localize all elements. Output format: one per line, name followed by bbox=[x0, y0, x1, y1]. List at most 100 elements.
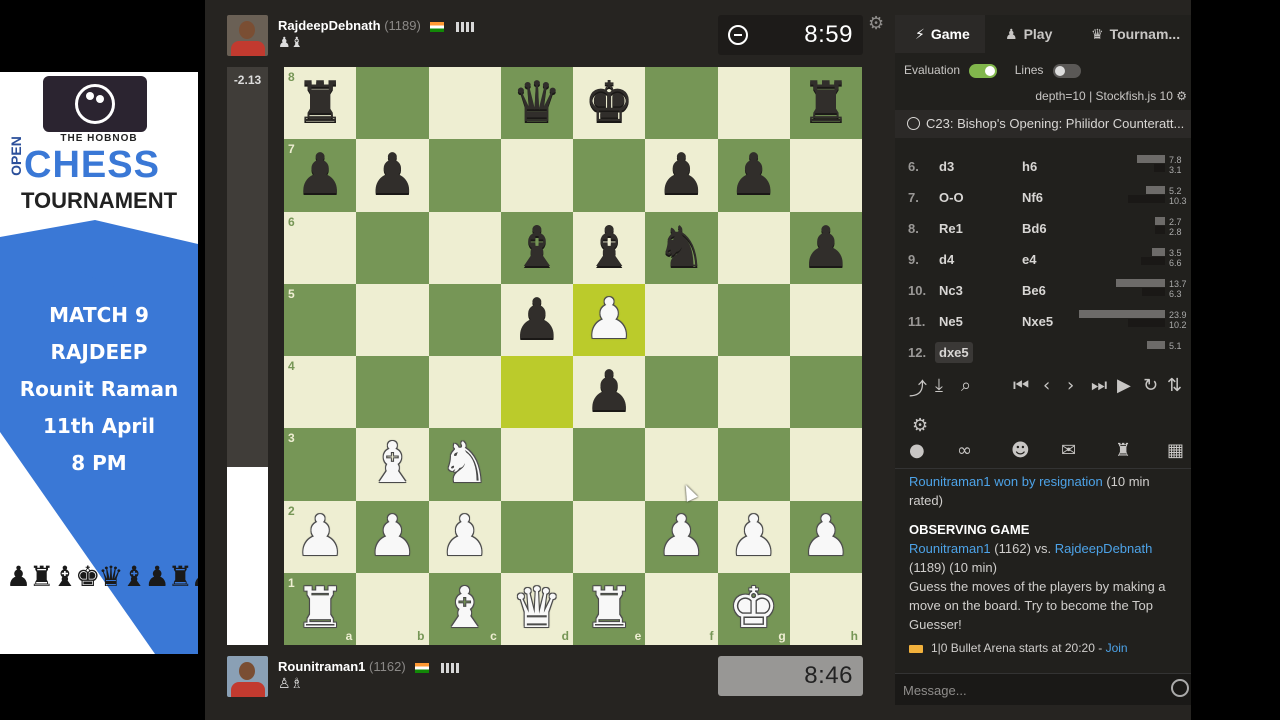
white-move[interactable]: d3 bbox=[939, 159, 954, 174]
square-g4[interactable] bbox=[717, 356, 790, 429]
square-b6[interactable] bbox=[356, 211, 429, 284]
square-c6[interactable] bbox=[428, 211, 501, 284]
tab-game[interactable]: ⚡ Game bbox=[895, 15, 985, 53]
square-g3[interactable] bbox=[717, 428, 790, 501]
white-bishop-icon[interactable]: ♝ bbox=[440, 580, 490, 637]
black-bishop-icon[interactable]: ♝ bbox=[512, 219, 562, 276]
emoji-icon[interactable] bbox=[1171, 679, 1189, 697]
square-h6[interactable]: ♟ bbox=[789, 211, 862, 284]
black-pawn-icon[interactable]: ♟ bbox=[584, 364, 634, 420]
square-e8[interactable]: ♚ bbox=[573, 67, 646, 140]
white-pawn-icon[interactable]: ♟ bbox=[729, 508, 779, 565]
square-a1[interactable]: 1 a ♜ bbox=[284, 572, 357, 645]
black-rook-icon[interactable]: ♜ bbox=[295, 75, 345, 131]
black-move[interactable]: Bd6 bbox=[1022, 221, 1047, 236]
square-b3[interactable]: ♝ bbox=[356, 428, 429, 501]
square-c5[interactable] bbox=[428, 283, 501, 356]
square-e5[interactable]: ♟ bbox=[573, 283, 646, 356]
white-bishop-icon[interactable]: ♝ bbox=[367, 436, 417, 492]
square-h8[interactable]: ♜ bbox=[789, 67, 862, 140]
result-player-link[interactable]: Rounitraman1 bbox=[909, 474, 991, 489]
white-move[interactable]: Nc3 bbox=[939, 283, 963, 298]
square-g5[interactable] bbox=[717, 283, 790, 356]
join-link[interactable]: Join bbox=[1106, 641, 1128, 655]
square-d6[interactable]: ♝ bbox=[500, 211, 573, 284]
white-move[interactable]: O-O bbox=[939, 190, 964, 205]
white-pawn-icon[interactable]: ♟ bbox=[367, 508, 417, 565]
tab-tournaments[interactable]: ♛ Tournam... bbox=[1091, 15, 1180, 53]
gear-icon[interactable]: ⚙ bbox=[1176, 89, 1187, 103]
square-e2[interactable] bbox=[573, 500, 646, 573]
square-e1[interactable]: e ♜ bbox=[573, 572, 646, 645]
chess-board[interactable]: 8 ♜ ♛ ♚ ♜ 7 ♟ ♟ ♟ ♟ 6 ♝ ♝ ♞ ♟ 5 ♟ ♟ 4 ♟ 3 ♝ ♞ 2 ♟ ♟ ♟ ♟ ♟ ♟ 1 a ♜ b c ♝ d ♛ e ♜… bbox=[284, 67, 862, 645]
square-h1[interactable]: h bbox=[789, 572, 862, 645]
square-a7[interactable]: 7 ♟ bbox=[284, 139, 357, 212]
square-f8[interactable] bbox=[645, 67, 718, 140]
last-move-icon[interactable]: ⏭ bbox=[1091, 375, 1107, 396]
black-pawn-icon[interactable]: ♟ bbox=[295, 147, 345, 203]
black-queen-icon[interactable]: ♛ bbox=[512, 75, 562, 131]
square-e7[interactable] bbox=[573, 139, 646, 212]
black-move[interactable]: h6 bbox=[1022, 159, 1037, 174]
tournament-icon[interactable]: ♜ bbox=[1115, 440, 1131, 461]
black-pawn-icon[interactable]: ♟ bbox=[512, 291, 562, 348]
avatar[interactable] bbox=[227, 15, 268, 56]
share-icon[interactable]: ⤴ bbox=[909, 375, 927, 401]
first-move-icon[interactable]: ⏮ bbox=[1013, 375, 1029, 396]
white-pawn-icon[interactable]: ♟ bbox=[801, 508, 851, 565]
square-e3[interactable] bbox=[573, 428, 646, 501]
black-move[interactable]: e4 bbox=[1022, 252, 1036, 267]
square-f4[interactable] bbox=[645, 356, 718, 429]
black-move[interactable]: Nxe5 bbox=[1022, 314, 1053, 329]
square-a8[interactable]: 8 ♜ bbox=[284, 67, 357, 140]
square-d3[interactable] bbox=[500, 428, 573, 501]
white-king-icon[interactable]: ♚ bbox=[729, 580, 779, 637]
white-move[interactable]: dxe5 bbox=[935, 342, 973, 363]
square-b4[interactable] bbox=[356, 356, 429, 429]
player-name[interactable]: RajdeepDebnath bbox=[278, 18, 381, 33]
square-h2[interactable]: ♟ bbox=[789, 500, 862, 573]
white-knight-icon[interactable]: ♞ bbox=[440, 436, 490, 492]
black-bishop-icon[interactable]: ♝ bbox=[584, 219, 634, 276]
square-a4[interactable]: 4 bbox=[284, 356, 357, 429]
refresh-icon[interactable]: ↻ bbox=[1143, 375, 1158, 396]
square-b5[interactable] bbox=[356, 283, 429, 356]
square-b7[interactable]: ♟ bbox=[356, 139, 429, 212]
messages-icon[interactable]: ✉ bbox=[1061, 440, 1076, 461]
result-text[interactable]: won by resignation bbox=[994, 474, 1102, 489]
white-move[interactable]: d4 bbox=[939, 252, 954, 267]
square-d7[interactable] bbox=[500, 139, 573, 212]
player2-link[interactable]: RajdeepDebnath bbox=[1055, 541, 1153, 556]
square-d8[interactable]: ♛ bbox=[500, 67, 573, 140]
square-e6[interactable]: ♝ bbox=[573, 211, 646, 284]
binoculars-icon[interactable]: ∞ bbox=[957, 440, 972, 461]
black-move[interactable]: Nf6 bbox=[1022, 190, 1043, 205]
white-pawn-icon[interactable]: ♟ bbox=[584, 291, 634, 348]
analyze-icon[interactable]: ⌕ bbox=[961, 375, 971, 396]
white-pawn-icon[interactable]: ♟ bbox=[440, 508, 490, 565]
square-h7[interactable] bbox=[789, 139, 862, 212]
square-c3[interactable]: ♞ bbox=[428, 428, 501, 501]
flip-board-icon[interactable]: ⇅ bbox=[1167, 375, 1182, 396]
square-f7[interactable]: ♟ bbox=[645, 139, 718, 212]
square-d4[interactable] bbox=[500, 356, 573, 429]
black-pawn-icon[interactable]: ♟ bbox=[729, 147, 779, 203]
lines-toggle[interactable] bbox=[1052, 63, 1081, 78]
player-name[interactable]: Rounitraman1 bbox=[278, 659, 365, 674]
square-h3[interactable] bbox=[789, 428, 862, 501]
white-pawn-icon[interactable]: ♟ bbox=[656, 508, 706, 565]
white-move[interactable]: Ne5 bbox=[939, 314, 963, 329]
square-h4[interactable] bbox=[789, 356, 862, 429]
avatar[interactable] bbox=[227, 656, 268, 697]
square-e4[interactable]: ♟ bbox=[573, 356, 646, 429]
settings-gear-icon[interactable]: ⚙ bbox=[912, 415, 928, 436]
square-b2[interactable]: ♟ bbox=[356, 500, 429, 573]
square-b1[interactable]: b bbox=[356, 572, 429, 645]
square-d1[interactable]: d ♛ bbox=[500, 572, 573, 645]
square-d5[interactable]: ♟ bbox=[500, 283, 573, 356]
gear-icon[interactable]: ⚙ bbox=[868, 13, 884, 34]
square-c4[interactable] bbox=[428, 356, 501, 429]
evaluation-toggle[interactable] bbox=[969, 63, 998, 78]
black-pawn-icon[interactable]: ♟ bbox=[656, 147, 706, 203]
square-c8[interactable] bbox=[428, 67, 501, 140]
